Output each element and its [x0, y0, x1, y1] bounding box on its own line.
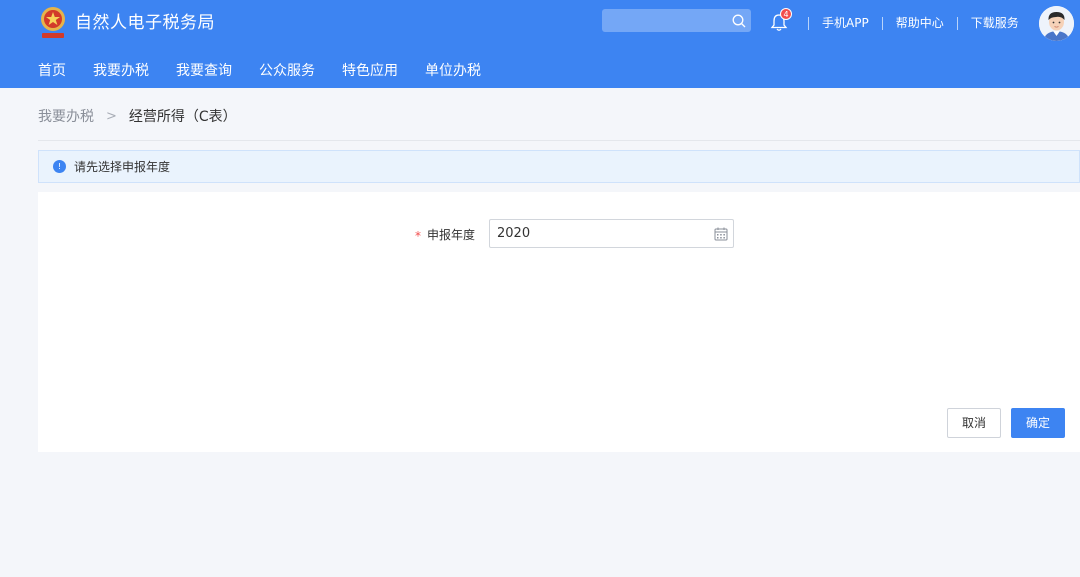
search-input[interactable]: [602, 9, 727, 32]
info-icon: !: [53, 160, 66, 173]
nav-item-unit-tax[interactable]: 单位办税: [425, 60, 481, 82]
cancel-button[interactable]: 取消: [947, 408, 1001, 438]
notice-text: 请先选择申报年度: [74, 159, 170, 175]
site-title[interactable]: 自然人电子税务局: [75, 12, 215, 34]
notice-bar: ! 请先选择申报年度: [38, 150, 1080, 183]
avatar-icon: [1039, 6, 1074, 41]
mobile-app-link[interactable]: 手机APP: [809, 14, 882, 32]
calendar-icon[interactable]: [714, 227, 728, 241]
required-mark: *: [415, 228, 421, 244]
nav-item-home[interactable]: 首页: [38, 60, 66, 82]
year-input[interactable]: [490, 220, 705, 247]
breadcrumb-parent[interactable]: 我要办税: [38, 106, 94, 126]
help-center-link[interactable]: 帮助中心: [883, 14, 957, 32]
nav-item-query[interactable]: 我要查询: [176, 60, 232, 82]
top-links: 手机APP 帮助中心 下载服务: [808, 14, 1032, 32]
nav-item-featured-apps[interactable]: 特色应用: [342, 60, 398, 82]
tax-emblem-icon[interactable]: [38, 5, 68, 41]
form-card: * 申报年度 取消 确定: [38, 192, 1080, 452]
breadcrumb: 我要办税 > 经营所得（C表）: [38, 106, 237, 126]
notification-badge: 4: [780, 8, 792, 20]
search-icon[interactable]: [732, 14, 746, 28]
breadcrumb-separator: >: [106, 109, 117, 124]
year-picker[interactable]: [489, 219, 734, 248]
main-nav: 首页 我要办税 我要查询 公众服务 特色应用 单位办税: [38, 60, 508, 82]
download-service-link[interactable]: 下载服务: [958, 14, 1032, 32]
search-box[interactable]: [602, 9, 751, 32]
top-header: 自然人电子税务局 4 手机APP 帮助中心 下载服务 首页 我要办税: [0, 0, 1080, 88]
nav-item-public-service[interactable]: 公众服务: [259, 60, 315, 82]
year-label: 申报年度: [427, 227, 475, 243]
breadcrumb-current: 经营所得（C表）: [129, 106, 237, 126]
user-avatar[interactable]: [1039, 6, 1074, 41]
confirm-button[interactable]: 确定: [1011, 408, 1065, 438]
divider: [38, 140, 1080, 141]
nav-item-tax-handling[interactable]: 我要办税: [93, 60, 149, 82]
